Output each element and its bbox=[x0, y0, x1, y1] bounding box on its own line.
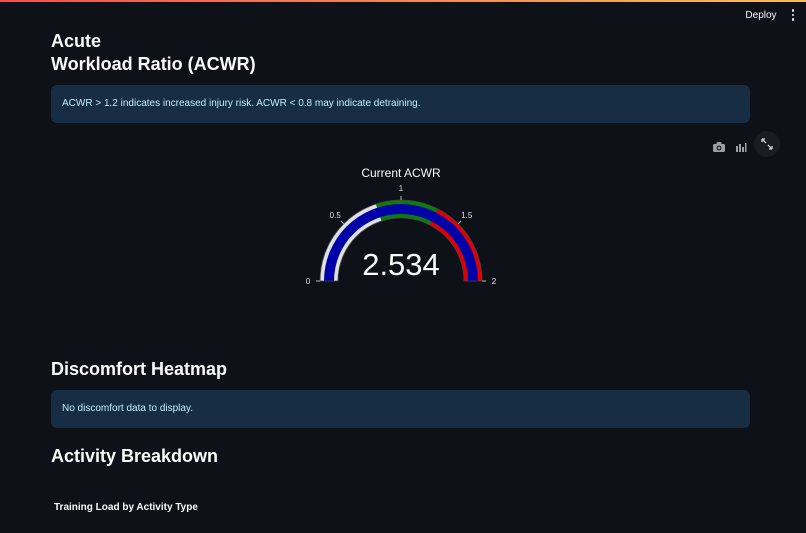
gauge-tick-label: 1 bbox=[399, 184, 404, 193]
top-decoration-bar bbox=[0, 0, 806, 2]
gauge-step-band bbox=[375, 200, 438, 225]
acwr-title-line2: Workload Ratio (ACWR) bbox=[51, 54, 256, 74]
gauge-tick-label: 1.5 bbox=[461, 211, 473, 220]
acwr-section-title: Acute Workload Ratio (ACWR) bbox=[51, 30, 256, 76]
more-vertical-icon[interactable] bbox=[786, 9, 800, 23]
acwr-title-line1: Acute bbox=[51, 31, 102, 51]
discomfort-section-title: Discomfort Heatmap bbox=[51, 359, 228, 379]
fullscreen-button[interactable] bbox=[754, 131, 780, 157]
camera-icon[interactable] bbox=[712, 140, 728, 154]
gauge-step-band bbox=[429, 208, 482, 281]
discomfort-info-alert: No discomfort data to display. bbox=[51, 390, 750, 428]
activity-chart-title: Training Load by Activity Type bbox=[54, 502, 198, 513]
bar-chart-icon[interactable] bbox=[735, 140, 751, 154]
gauge-tick-label: 0.5 bbox=[330, 211, 342, 220]
gauge-tick-label: 2 bbox=[492, 277, 497, 286]
acwr-info-text: ACWR > 1.2 indicates increased injury ri… bbox=[62, 98, 421, 109]
gauge-step-band bbox=[320, 203, 382, 281]
gauge-tick-label: 0 bbox=[306, 277, 311, 286]
gauge-tick-mark bbox=[457, 220, 462, 225]
discomfort-info-text: No discomfort data to display. bbox=[62, 403, 193, 414]
gauge-outline bbox=[319, 199, 483, 282]
gauge-value-label: 2.534 bbox=[362, 247, 440, 282]
gauge-tick-mark bbox=[340, 220, 345, 225]
gauge-title: Current ACWR bbox=[361, 166, 441, 180]
activity-section-title: Activity Breakdown bbox=[51, 446, 219, 466]
gauge-value-bar bbox=[324, 204, 478, 281]
deploy-button[interactable]: Deploy bbox=[738, 6, 784, 26]
acwr-info-alert: ACWR > 1.2 indicates increased injury ri… bbox=[51, 85, 750, 123]
fullscreen-icon bbox=[761, 138, 773, 150]
